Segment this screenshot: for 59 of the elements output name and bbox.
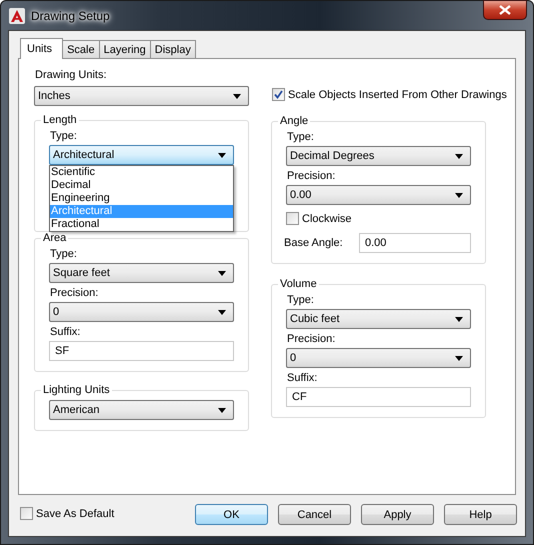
group-title: Angle (279, 115, 310, 127)
dropdown-option[interactable]: Decimal (50, 179, 233, 192)
dialog-button[interactable]: Cancel (278, 504, 351, 525)
checkbox-label: Clockwise (302, 212, 352, 224)
input-field[interactable]: CF (286, 387, 471, 407)
caret-icon (455, 154, 463, 158)
caret-icon (233, 94, 241, 98)
group-title: Length (42, 114, 78, 126)
field-label: Base Angle: (284, 237, 343, 249)
dropdown[interactable]: American (49, 400, 234, 420)
close-button[interactable] (483, 0, 527, 20)
checkbox-label: Scale Objects Inserted From Other Drawings (288, 88, 507, 100)
caret-icon (455, 356, 463, 360)
dialog-button[interactable]: Apply (361, 504, 434, 525)
checkbox[interactable] (20, 507, 33, 520)
dropdown[interactable]: Architectural (49, 145, 234, 165)
checkbox-label: Save As Default (36, 508, 114, 520)
field-label: Precision: (287, 333, 336, 346)
caret-icon (218, 270, 226, 276)
field-label: Precision: (287, 170, 336, 183)
tab[interactable]: Display (150, 40, 196, 58)
field-label: Type: (50, 248, 78, 261)
field-label: Drawing Units: (35, 69, 108, 82)
dropdown[interactable]: Cubic feet (286, 309, 471, 329)
close-icon (499, 5, 511, 15)
caret-icon (218, 152, 226, 158)
caret-icon (218, 310, 226, 314)
app-logo-icon (9, 8, 25, 24)
dropdown[interactable]: Square feet (49, 263, 234, 283)
dropdown[interactable]: Inches (34, 86, 249, 106)
dropdown-option[interactable]: Scientific (50, 166, 233, 179)
checkbox[interactable] (272, 88, 285, 101)
group-title: Lighting Units (42, 384, 111, 396)
group-title: Volume (279, 278, 318, 290)
tab[interactable]: Layering (98, 40, 151, 58)
checkbox[interactable] (286, 212, 299, 225)
tab[interactable]: Units (20, 38, 64, 59)
field-label: Suffix: (50, 326, 82, 339)
field-label: Precision: (50, 287, 100, 300)
dropdown-option[interactable]: Fractional (50, 218, 233, 231)
window-title: Drawing Setup (31, 8, 110, 22)
dialog-button[interactable]: Help (444, 504, 517, 525)
dropdown[interactable]: Decimal Degrees (286, 146, 471, 166)
dropdown[interactable]: 0.00 (286, 185, 471, 205)
dropdown[interactable]: 0 (49, 302, 234, 322)
field-label: Type: (50, 130, 78, 143)
caret-icon (455, 316, 463, 322)
tab[interactable]: Scale (62, 40, 100, 58)
field-label: Suffix: (287, 372, 318, 385)
caret-icon (455, 192, 463, 198)
dialog-button[interactable]: OK (195, 504, 268, 525)
field-label: Type: (287, 294, 315, 307)
dropdown[interactable]: 0 (286, 348, 471, 368)
field-label: Type: (287, 131, 315, 144)
group-title: Area (42, 232, 68, 244)
input-field[interactable]: 0.00 (359, 233, 471, 253)
caret-icon (218, 408, 226, 412)
dropdown-option[interactable]: Engineering (50, 192, 233, 205)
input-field[interactable]: SF (49, 341, 234, 361)
